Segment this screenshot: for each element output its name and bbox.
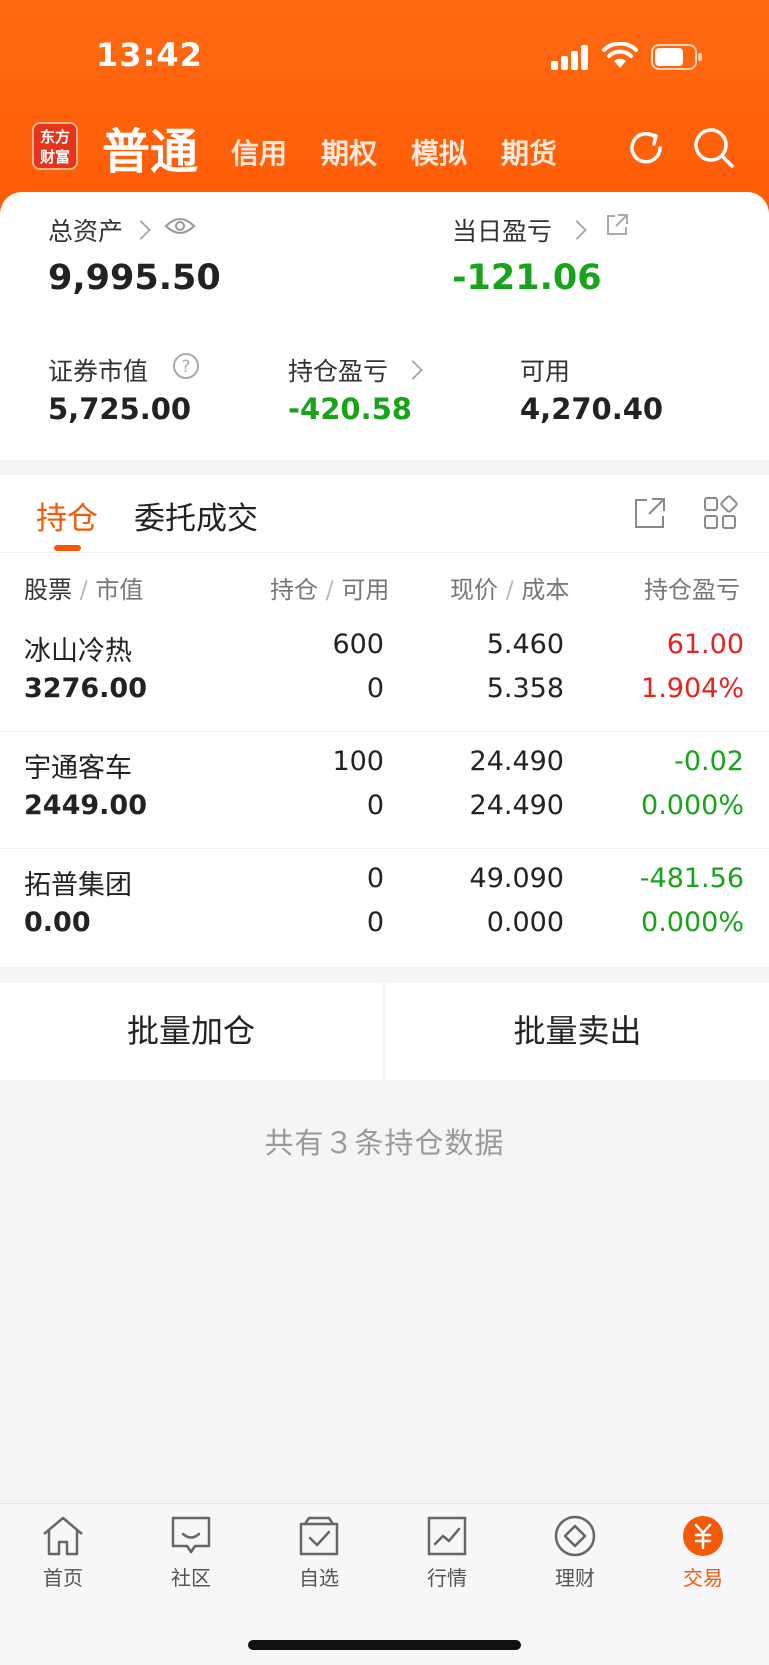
chevron-right-icon bbox=[131, 220, 151, 240]
stock-pnl: -481.56 bbox=[639, 863, 744, 894]
col-price-cost: 现价 / 成本 bbox=[450, 576, 570, 604]
svg-text:?: ? bbox=[181, 357, 190, 377]
daily-pnl-value: -121.06 bbox=[452, 258, 602, 298]
export-icon[interactable] bbox=[632, 495, 668, 531]
tab-orders-trades[interactable]: 委托成交 bbox=[134, 493, 258, 538]
market-value-label: 证券市值 bbox=[48, 357, 149, 386]
status-time: 13:42 bbox=[96, 36, 203, 74]
community-icon bbox=[171, 1516, 211, 1554]
stock-pnl-percent: 0.000% bbox=[641, 790, 744, 821]
holding-row[interactable]: 宇通客车 2449.00 100 0 24.490 24.490 -0.02 0… bbox=[0, 732, 769, 849]
home-indicator[interactable] bbox=[248, 1640, 521, 1650]
stock-pnl-percent: 1.904% bbox=[641, 673, 744, 704]
stock-pnl-percent: 0.000% bbox=[641, 907, 744, 938]
batch-buy-button[interactable]: 批量加仓 bbox=[0, 983, 382, 1080]
tab-normal-account[interactable]: 普通 bbox=[102, 112, 198, 182]
tabbar-item-community[interactable]: 社区 bbox=[141, 1514, 241, 1614]
cellular-signal-icon bbox=[551, 44, 591, 70]
col-position-pnl: 持仓盈亏 bbox=[644, 576, 740, 604]
tabbar-item-wealth[interactable]: 理财 bbox=[525, 1514, 625, 1614]
market-value-value: 5,725.00 bbox=[48, 392, 192, 426]
home-icon bbox=[43, 1516, 83, 1556]
search-icon[interactable] bbox=[692, 126, 736, 170]
tabbar-item-market[interactable]: 行情 bbox=[397, 1514, 497, 1614]
stock-available: 0 bbox=[366, 907, 384, 938]
stock-price: 5.460 bbox=[486, 629, 564, 660]
stock-price: 49.090 bbox=[469, 863, 564, 894]
tab-options[interactable]: 期权 bbox=[321, 132, 377, 172]
tab-simulation[interactable]: 模拟 bbox=[411, 132, 467, 172]
trade-icon bbox=[683, 1516, 723, 1556]
wealth-icon bbox=[554, 1515, 596, 1557]
holdings-count-text: 共有３条持仓数据 bbox=[264, 1126, 505, 1160]
tabbar-item-home[interactable]: 首页 bbox=[13, 1514, 113, 1614]
stock-pnl: 61.00 bbox=[666, 629, 744, 660]
tabbar-item-trade[interactable]: 交易 bbox=[653, 1514, 753, 1614]
market-icon bbox=[427, 1516, 467, 1556]
eye-icon[interactable] bbox=[164, 214, 196, 238]
account-type-nav: 东方 财富 普通 信用 期权 模拟 期货 bbox=[0, 118, 769, 180]
chevron-right-icon bbox=[403, 360, 423, 380]
position-pnl-label[interactable]: 持仓盈亏 bbox=[288, 352, 388, 388]
stock-available: 0 bbox=[366, 790, 384, 821]
total-assets-value: 9,995.50 bbox=[48, 258, 221, 298]
watchlist-icon bbox=[299, 1516, 339, 1556]
col-position-available: 持仓 / 可用 bbox=[270, 576, 390, 604]
holdings-tabs: 持仓 委托成交 bbox=[0, 475, 769, 553]
stock-price: 24.490 bbox=[469, 746, 564, 777]
wifi-icon bbox=[602, 42, 638, 68]
stock-name: 冰山冷热 bbox=[24, 636, 132, 667]
holding-row[interactable]: 冰山冷热 3276.00 600 0 5.460 5.358 61.00 1.9… bbox=[0, 615, 769, 732]
available-label: 可用 bbox=[520, 357, 571, 386]
share-icon[interactable] bbox=[604, 212, 630, 238]
active-tab-indicator bbox=[54, 545, 81, 551]
tab-futures[interactable]: 期货 bbox=[501, 132, 557, 172]
chevron-right-icon bbox=[567, 220, 587, 240]
grid-menu-icon[interactable] bbox=[702, 495, 738, 531]
stock-market-value: 0.00 bbox=[24, 907, 91, 938]
holding-row[interactable]: 拓普集团 0.00 0 0 49.090 0.000 -481.56 0.000… bbox=[0, 849, 769, 966]
tabbar-item-watchlist[interactable]: 自选 bbox=[269, 1514, 369, 1614]
battery-icon bbox=[651, 44, 702, 70]
stock-cost: 24.490 bbox=[469, 790, 564, 821]
batch-actions: 批量加仓 批量卖出 bbox=[0, 983, 769, 1080]
col-stock-value: 股票 / 市值 bbox=[24, 576, 144, 604]
stock-position: 100 bbox=[332, 746, 384, 777]
stock-market-value: 3276.00 bbox=[24, 673, 147, 704]
stock-name: 拓普集团 bbox=[24, 870, 132, 901]
stock-available: 0 bbox=[366, 673, 384, 704]
total-assets-label[interactable]: 总资产 bbox=[48, 212, 123, 248]
stock-cost: 5.358 bbox=[486, 673, 564, 704]
available-value: 4,270.40 bbox=[520, 392, 664, 426]
tab-positions[interactable]: 持仓 bbox=[36, 493, 98, 538]
account-summary-card: 总资产 9,995.50 当日盈亏 -121.06 证券市值 ? 5,725.0… bbox=[0, 192, 769, 460]
stock-pnl: -0.02 bbox=[674, 746, 744, 777]
stock-name: 宇通客车 bbox=[24, 753, 132, 784]
stock-cost: 0.000 bbox=[486, 907, 564, 938]
stock-position: 0 bbox=[366, 863, 384, 894]
stock-position: 600 bbox=[332, 629, 384, 660]
batch-sell-button[interactable]: 批量卖出 bbox=[386, 983, 769, 1080]
eastmoney-logo: 东方 财富 bbox=[32, 122, 78, 170]
stock-market-value: 2449.00 bbox=[24, 790, 147, 821]
daily-pnl-label[interactable]: 当日盈亏 bbox=[452, 212, 552, 248]
status-bar: 13:42 bbox=[0, 0, 769, 110]
tab-credit[interactable]: 信用 bbox=[231, 132, 287, 172]
help-icon[interactable]: ? bbox=[172, 352, 200, 380]
holdings-panel: 持仓 委托成交 股票 / 市值 持仓 / 可用 现价 / 成本 持仓盈亏 冰山冷… bbox=[0, 475, 769, 967]
position-pnl-value: -420.58 bbox=[288, 392, 412, 426]
refresh-icon[interactable] bbox=[624, 126, 668, 170]
